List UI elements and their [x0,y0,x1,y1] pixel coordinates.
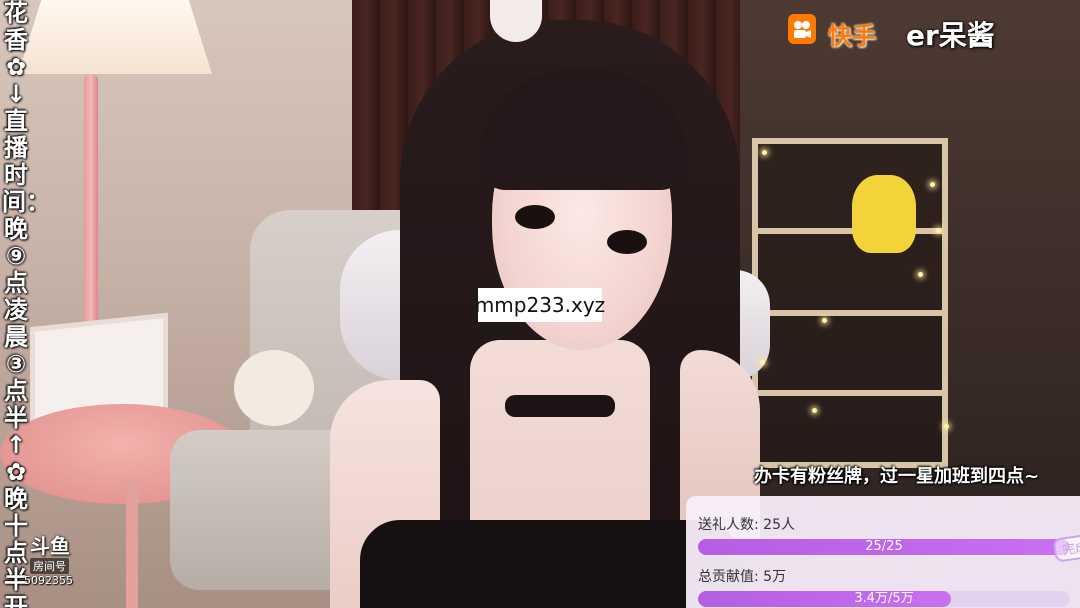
room-number: 5092355 [24,574,73,587]
fairy-light [822,318,827,323]
room-number-label: 房间号 [30,558,69,574]
gift-progress-text: 25/25 [865,539,903,554]
gift-count-label: 送礼人数: 25人 [698,517,795,533]
kuaishou-camera-icon [794,21,811,38]
yellow-plush-figure [852,175,916,253]
fairy-light [812,408,817,413]
display-shelf [752,138,948,468]
eye-left [515,205,555,229]
fairy-light [762,150,767,155]
side-table-leg [126,480,138,608]
kuaishou-logo-icon [788,14,816,44]
kuaishou-label: 快手 [828,22,876,50]
contribution-label: 总贡献值: 5万 [698,569,787,585]
task-progress-panel: 送礼人数: 25人 25/25 完成 总贡献值: 5万 3.4万/5万 [686,496,1080,608]
plush-toy [234,350,314,426]
completed-stamp: 完成 [1052,533,1080,563]
choker [505,395,615,417]
contribution-progress-bar: 3.4万/5万 [698,591,1070,607]
fairy-light [930,182,935,187]
contribution-progress-text: 3.4万/5万 [854,591,914,606]
black-top [360,520,740,608]
lamp-shade [18,0,212,74]
site-watermark: mmp233.xyz [475,288,605,322]
fairy-light [944,424,949,429]
schedule-vertical-text: 花香✿↓直播时间：晚⑨点凌晨③点半↑✿晚十点半开 [2,0,50,608]
livestream-frame: 花香✿↓直播时间：晚⑨点凌晨③点半↑✿晚十点半开 斗鱼 房间号 5092355 … [0,0,1080,608]
eye-right [607,230,647,254]
fairy-light [760,360,765,365]
douyu-logo-text: 斗鱼 [30,534,70,558]
shelf-board [752,228,948,234]
fairy-light [936,228,941,233]
fairy-light [918,272,923,277]
shelf-board [752,310,948,316]
gift-progress-bar: 25/25 [698,539,1070,555]
shelf-board [752,390,948,396]
stream-caption: 办卡有粉丝牌，过一星加班到四点~ [754,466,1040,487]
streamer-name: er呆酱 [906,19,995,52]
